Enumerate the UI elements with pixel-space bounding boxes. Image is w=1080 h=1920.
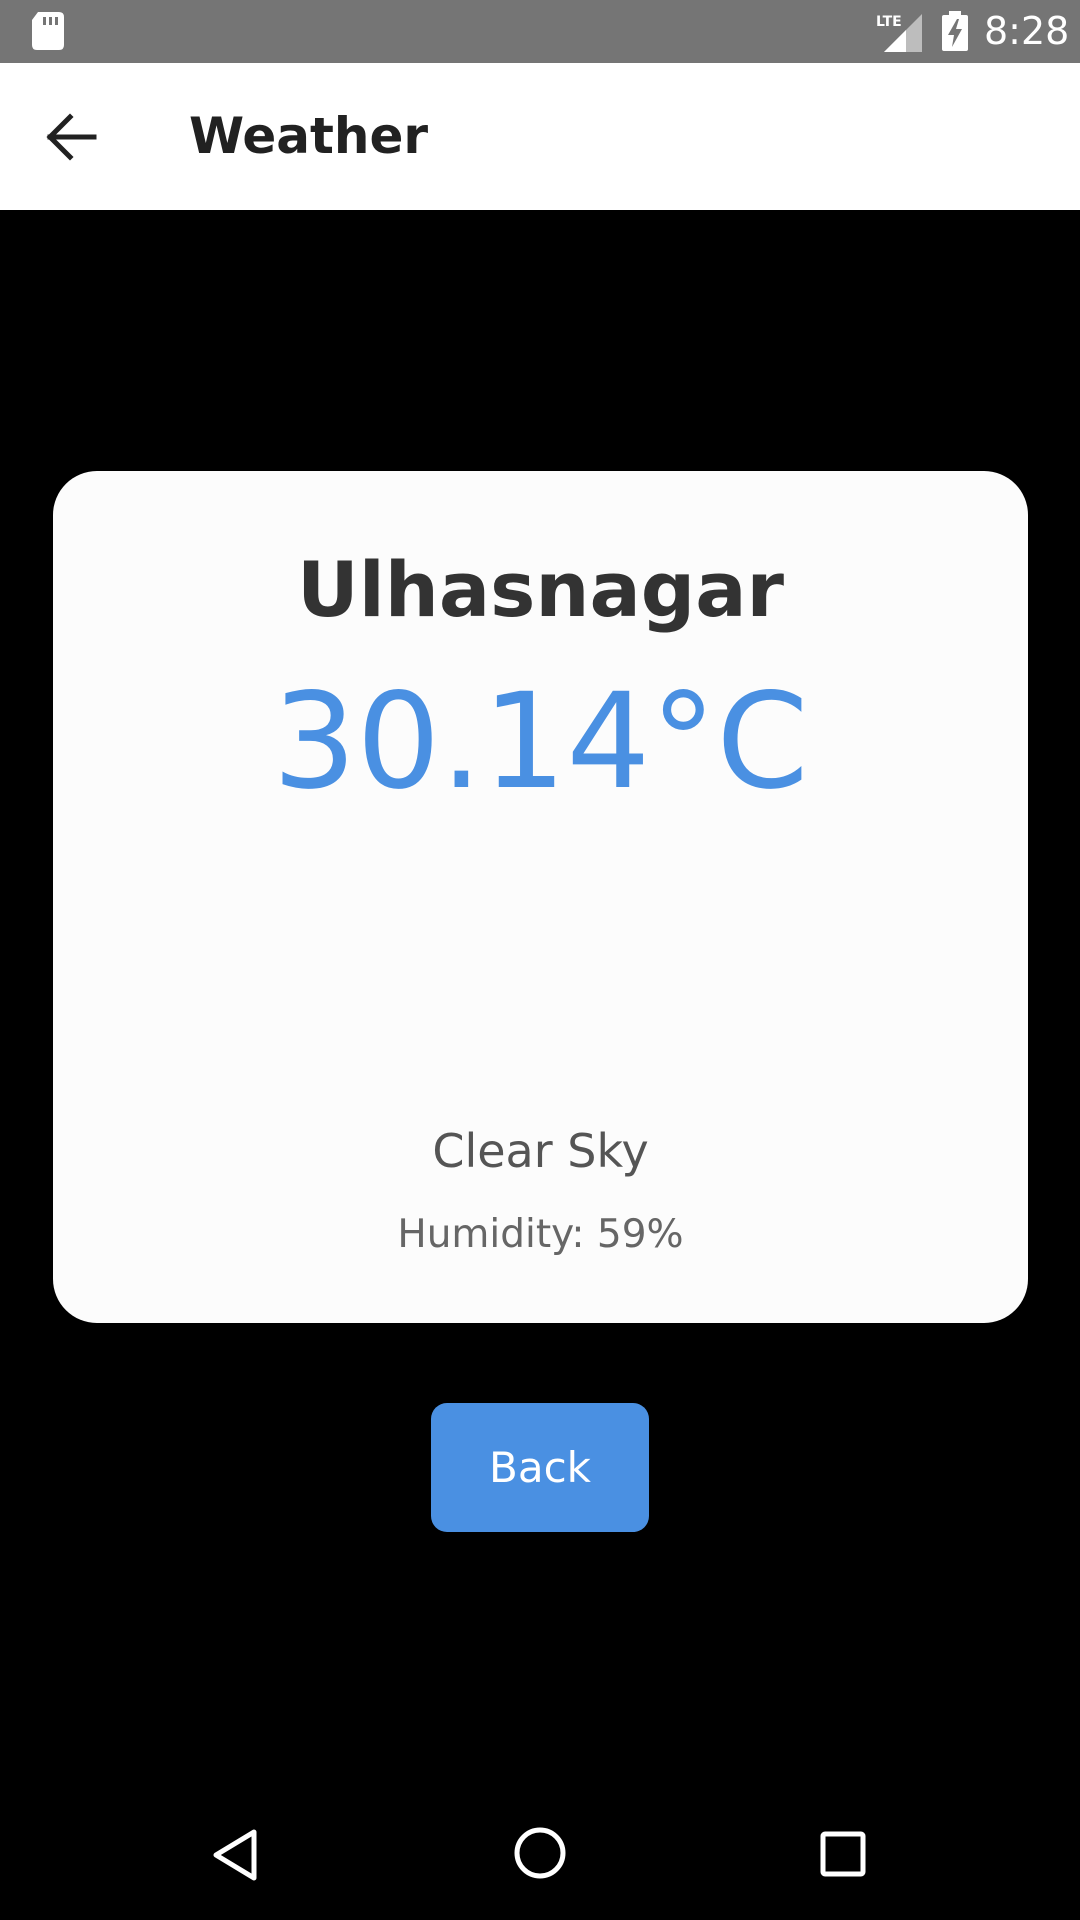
navigation-bar <box>0 1776 1080 1920</box>
city-name: Ulhasnagar <box>297 545 784 634</box>
page-title: Weather <box>189 107 429 165</box>
humidity-value: Humidity: 59% <box>397 1212 684 1257</box>
lte-label: LTE <box>876 14 902 30</box>
nav-home-icon[interactable] <box>513 1826 567 1880</box>
temperature-value: 30.14°C <box>272 665 809 819</box>
battery-charging-icon <box>942 11 968 51</box>
arrow-left-icon[interactable] <box>44 111 100 163</box>
back-button[interactable]: Back <box>431 1403 649 1532</box>
nav-back-icon[interactable] <box>210 1828 260 1882</box>
lte-signal-icon: LTE <box>876 14 922 52</box>
weather-screen: LTE 8:28 Weather Ulhasnagar 30.14°C Clea… <box>0 0 1080 1920</box>
status-time: 8:28 <box>984 9 1070 53</box>
weather-condition: Clear Sky <box>432 1124 649 1178</box>
weather-card: Ulhasnagar 30.14°C Clear Sky Humidity: 5… <box>53 471 1028 1323</box>
app-bar: Weather <box>0 63 1080 210</box>
status-bar: LTE 8:28 <box>0 0 1080 63</box>
nav-recents-icon[interactable] <box>820 1831 866 1877</box>
sd-card-icon <box>32 12 64 50</box>
